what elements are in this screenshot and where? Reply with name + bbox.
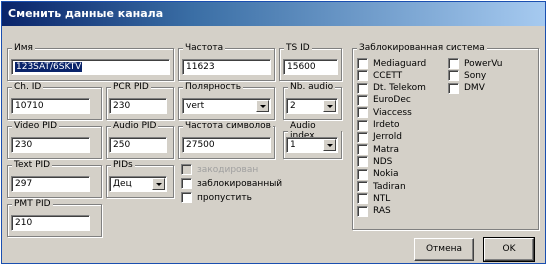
system-label: Nokia bbox=[373, 169, 399, 180]
checkbox-box[interactable] bbox=[357, 94, 368, 106]
name-label: Имя bbox=[12, 43, 35, 53]
pmtpid-label: PMT PID bbox=[12, 199, 53, 209]
system-checkbox[interactable]: Viaccess bbox=[357, 107, 412, 119]
system-label: Jerrold bbox=[373, 132, 402, 143]
chevron-down-icon[interactable] bbox=[152, 178, 165, 190]
system-checkbox[interactable]: Irdeto bbox=[357, 119, 400, 131]
system-label: NTL bbox=[373, 193, 391, 204]
system-label: DMV bbox=[464, 83, 485, 94]
cancel-button[interactable]: Отмена bbox=[414, 238, 474, 261]
checkbox-box[interactable] bbox=[181, 164, 192, 175]
frequency-input[interactable]: 11623 bbox=[182, 59, 271, 75]
checkbox-box[interactable] bbox=[357, 193, 368, 205]
videopid-input[interactable]: 230 bbox=[11, 137, 90, 153]
system-checkbox[interactable]: NTL bbox=[357, 193, 391, 205]
flag-locked-checkbox[interactable]: заблокированный bbox=[181, 178, 282, 189]
chevron-down-icon[interactable] bbox=[323, 139, 336, 151]
system-label: RAS bbox=[373, 206, 391, 217]
name-input[interactable]: 123SAT/6SKTV bbox=[11, 59, 170, 75]
system-checkbox[interactable]: PowerVu bbox=[448, 58, 502, 69]
flag-skip-label: пропустить bbox=[197, 192, 252, 203]
symrate-input[interactable]: 27500 bbox=[182, 137, 271, 153]
flag-encrypted-checkbox[interactable]: закодирован bbox=[181, 164, 258, 175]
polarity-label: Полярность bbox=[183, 82, 244, 92]
flag-skip-checkbox[interactable]: пропустить bbox=[181, 192, 252, 203]
system-checkbox[interactable]: Tadiran bbox=[357, 181, 406, 192]
system-checkbox[interactable]: Dt. Telekom bbox=[357, 82, 426, 94]
system-label: Viaccess bbox=[373, 107, 412, 118]
checkbox-box[interactable] bbox=[357, 82, 368, 94]
chid-label: Ch. ID bbox=[12, 82, 44, 92]
system-label: Matra bbox=[373, 144, 400, 155]
symrate-label: Частота символов bbox=[183, 121, 273, 131]
checkbox-box[interactable] bbox=[448, 82, 459, 94]
tsid-label: TS ID bbox=[284, 43, 312, 53]
system-label: Tadiran bbox=[373, 181, 406, 192]
audiopid-label: Audio PID bbox=[111, 121, 159, 131]
window-title: Сменить данные канала bbox=[8, 7, 164, 20]
dialog-window: Сменить данные канала Имя 123SAT/6SKTV Ч… bbox=[1, 1, 546, 264]
system-checkbox[interactable]: Jerrold bbox=[357, 131, 402, 143]
system-label: Dt. Telekom bbox=[373, 83, 426, 94]
system-checkbox[interactable]: Matra bbox=[357, 144, 400, 156]
system-label: Mediaguard bbox=[373, 58, 427, 69]
locked-systems-legend: Заблокированная система bbox=[357, 43, 487, 53]
chevron-down-icon[interactable] bbox=[323, 100, 336, 112]
system-label: Irdeto bbox=[373, 120, 400, 130]
videopid-label: Video PID bbox=[12, 121, 60, 131]
tsid-input[interactable]: 15600 bbox=[283, 59, 338, 75]
chid-input[interactable]: 10710 bbox=[11, 98, 90, 114]
checkbox-box[interactable] bbox=[357, 168, 368, 180]
pcrpid-label: PCR PID bbox=[111, 82, 151, 92]
checkbox-box[interactable] bbox=[357, 144, 368, 156]
system-label: EuroDec bbox=[373, 95, 411, 106]
system-label: PowerVu bbox=[464, 58, 503, 69]
system-checkbox[interactable]: EuroDec bbox=[357, 94, 411, 106]
system-checkbox[interactable]: CCETT bbox=[357, 70, 403, 82]
system-checkbox[interactable]: Mediaguard bbox=[357, 58, 426, 69]
checkbox-box[interactable] bbox=[357, 119, 368, 131]
checkbox-box[interactable] bbox=[357, 107, 368, 119]
polarity-select[interactable]: vert bbox=[182, 98, 271, 114]
pids-select[interactable]: Дец bbox=[109, 176, 167, 192]
checkbox-box[interactable] bbox=[357, 205, 368, 217]
flag-encrypted-label: закодирован bbox=[197, 164, 259, 175]
ok-button[interactable]: OK bbox=[483, 237, 535, 262]
system-checkbox[interactable]: RAS bbox=[357, 205, 391, 217]
system-checkbox[interactable]: DMV bbox=[448, 82, 485, 94]
nbaudio-label: Nb. audio bbox=[288, 82, 336, 92]
chevron-down-icon[interactable] bbox=[256, 100, 269, 112]
system-label: NDS bbox=[373, 156, 393, 167]
frequency-label: Частота bbox=[183, 43, 226, 53]
pids-label: PIDs bbox=[111, 160, 135, 170]
checkbox-box[interactable] bbox=[181, 192, 192, 203]
checkbox-box[interactable] bbox=[357, 131, 368, 143]
system-label: Sony bbox=[464, 70, 487, 81]
system-checkbox[interactable]: Nokia bbox=[357, 168, 399, 180]
nbaudio-select[interactable]: 2 bbox=[286, 98, 338, 114]
pmtpid-input[interactable]: 210 bbox=[11, 215, 90, 231]
system-checkbox[interactable]: Sony bbox=[448, 70, 487, 82]
title-bar: Сменить данные канала bbox=[2, 2, 545, 26]
checkbox-box[interactable] bbox=[357, 58, 368, 69]
checkbox-box[interactable] bbox=[357, 181, 368, 192]
system-checkbox[interactable]: NDS bbox=[357, 156, 393, 168]
checkbox-box[interactable] bbox=[448, 58, 459, 69]
checkbox-box[interactable] bbox=[357, 156, 368, 168]
audioindex-select[interactable]: 1 bbox=[286, 137, 338, 153]
flag-locked-label: заблокированный bbox=[197, 178, 283, 189]
audiopid-input[interactable]: 250 bbox=[109, 137, 167, 153]
textpid-label: Text PID bbox=[12, 160, 53, 170]
system-label: CCETT bbox=[373, 70, 403, 81]
checkbox-box[interactable] bbox=[181, 178, 192, 189]
pcrpid-input[interactable]: 230 bbox=[109, 98, 167, 114]
checkbox-box[interactable] bbox=[357, 70, 368, 82]
textpid-input[interactable]: 297 bbox=[11, 176, 90, 192]
checkbox-box[interactable] bbox=[448, 70, 459, 82]
